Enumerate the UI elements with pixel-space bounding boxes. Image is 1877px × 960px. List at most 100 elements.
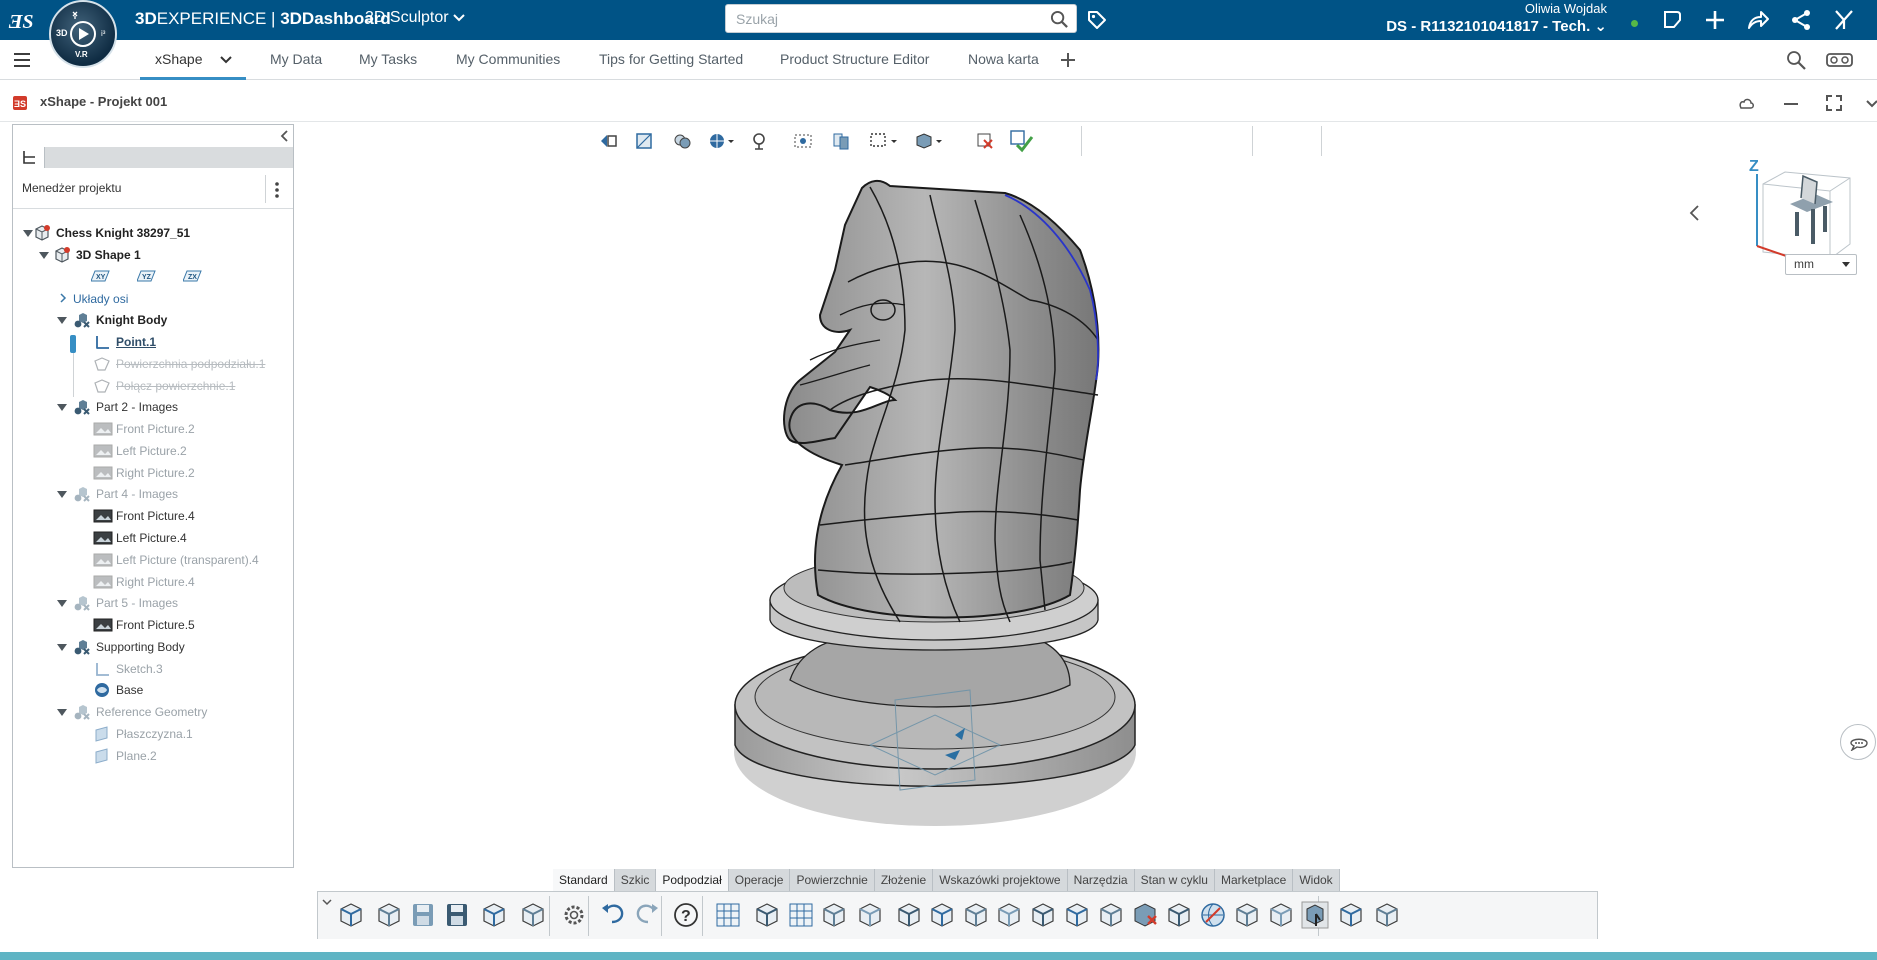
ribbon-tab[interactable]: Marketplace bbox=[1214, 869, 1294, 891]
expand-arrow-icon[interactable] bbox=[57, 644, 67, 651]
share-icon[interactable] bbox=[1789, 8, 1813, 32]
ribbon-tab[interactable]: Widok bbox=[1293, 869, 1340, 891]
delete-geometry-icon[interactable] bbox=[972, 128, 998, 154]
zoom-area-icon[interactable] bbox=[747, 128, 773, 154]
chevron-down-icon[interactable] bbox=[1866, 96, 1877, 110]
select-mode-icon[interactable] bbox=[868, 128, 902, 154]
expand-arrow-icon[interactable] bbox=[57, 600, 67, 607]
hamburger-menu-icon[interactable] bbox=[12, 50, 32, 70]
ribbon-tab[interactable]: Wskazówki projektowe bbox=[933, 869, 1068, 891]
subdivide-icon[interactable] bbox=[893, 899, 925, 931]
ribbon-tab[interactable]: Powierzchnie bbox=[790, 869, 875, 891]
tree-node[interactable]: Front Picture.4 bbox=[13, 505, 293, 527]
tree-node[interactable]: Sketch.3 bbox=[13, 658, 293, 680]
add-tab-icon[interactable] bbox=[1059, 51, 1077, 69]
3d-viewport[interactable]: Z X mm bbox=[295, 124, 1877, 884]
user-menu[interactable]: Oliwia Wojdak bbox=[1525, 1, 1607, 16]
tree-node[interactable]: Powierzchnia podpodziału.1 bbox=[13, 353, 293, 375]
settings-icon[interactable] bbox=[558, 899, 590, 931]
tab-product-structure-editor[interactable]: Product Structure Editor bbox=[780, 51, 929, 67]
blade-icon[interactable] bbox=[1231, 899, 1263, 931]
ribbon-tab[interactable]: Standard bbox=[553, 869, 615, 891]
help-icon[interactable]: ? bbox=[670, 899, 702, 931]
tree-node[interactable]: Front Picture.5 bbox=[13, 614, 293, 636]
cube-edit-icon[interactable] bbox=[1095, 899, 1127, 931]
tree-node[interactable]: Left Picture (transparent).4 bbox=[13, 549, 293, 571]
tree-node[interactable]: Supporting Body bbox=[13, 636, 293, 658]
tab-xshape[interactable]: xShape bbox=[155, 51, 233, 67]
fit-all-icon[interactable] bbox=[595, 128, 621, 154]
tree-node[interactable]: Płaszczyzna.1 bbox=[13, 723, 293, 745]
validate-icon[interactable] bbox=[1008, 128, 1034, 154]
tab-tips[interactable]: Tips for Getting Started bbox=[599, 51, 743, 67]
collapse-panel-icon[interactable] bbox=[279, 129, 291, 143]
mirror-icon[interactable] bbox=[1265, 899, 1297, 931]
tree-node[interactable]: Part 2 - Images bbox=[13, 396, 293, 418]
tree-node[interactable]: Knight Body bbox=[13, 309, 293, 331]
swap-space-icon[interactable] bbox=[828, 128, 854, 154]
tree-node[interactable]: Base bbox=[13, 679, 293, 701]
tree-node[interactable]: Point.1 bbox=[13, 331, 293, 353]
tab-my-data[interactable]: My Data bbox=[270, 51, 322, 67]
maximize-icon[interactable] bbox=[1825, 94, 1843, 112]
chevron-left-icon[interactable] bbox=[1688, 204, 1702, 222]
align-icon[interactable] bbox=[854, 899, 886, 931]
hide-show-icon[interactable] bbox=[790, 128, 816, 154]
app-switcher[interactable]: 3D Sculptor bbox=[365, 9, 465, 27]
open-icon[interactable] bbox=[373, 899, 405, 931]
tree-node[interactable]: Front Picture.2 bbox=[13, 418, 293, 440]
manipulator-icon[interactable] bbox=[1299, 899, 1331, 931]
save-icon[interactable] bbox=[407, 899, 439, 931]
tree-node[interactable]: Chess Knight 38297_51 bbox=[13, 222, 293, 244]
remove-face-icon[interactable] bbox=[1129, 899, 1161, 931]
box-view-icon[interactable] bbox=[913, 128, 947, 154]
share-forward-icon[interactable] bbox=[1746, 8, 1770, 32]
comments-button[interactable] bbox=[1840, 724, 1876, 760]
new-icon[interactable] bbox=[335, 899, 367, 931]
tenant-selector[interactable]: DS - R1132101041817 - Tech. ⌄ bbox=[1386, 17, 1607, 35]
tab-my-communities[interactable]: My Communities bbox=[456, 51, 560, 67]
vr-glasses-icon[interactable] bbox=[1825, 49, 1855, 71]
tab-my-tasks[interactable]: My Tasks bbox=[359, 51, 417, 67]
ds-logo-icon[interactable]: ƎS bbox=[7, 6, 37, 34]
bridge-icon[interactable] bbox=[1027, 899, 1059, 931]
compass-icon[interactable]: 3D V.R i³ bbox=[49, 0, 117, 68]
ribbon-tab[interactable]: Złożenie bbox=[874, 869, 934, 891]
search-input[interactable]: Szukaj bbox=[725, 4, 1077, 33]
save-as-icon[interactable] bbox=[441, 899, 473, 931]
undo-icon[interactable] bbox=[597, 899, 629, 931]
refresh-icon[interactable] bbox=[478, 899, 510, 931]
redo-icon[interactable] bbox=[631, 899, 663, 931]
expand-arrow-icon[interactable] bbox=[57, 404, 67, 411]
tree-node[interactable]: Part 5 - Images bbox=[13, 592, 293, 614]
weld-icon[interactable] bbox=[1371, 899, 1403, 931]
tag-icon[interactable] bbox=[1086, 9, 1108, 31]
pipe-icon[interactable] bbox=[1163, 899, 1195, 931]
symmetry-icon[interactable] bbox=[1335, 899, 1367, 931]
grid-plane-icon[interactable] bbox=[712, 899, 744, 931]
compass-apps-icon[interactable] bbox=[1832, 8, 1856, 32]
expand-arrow-icon[interactable] bbox=[57, 709, 67, 716]
extrude-icon[interactable] bbox=[818, 899, 850, 931]
minimize-icon[interactable] bbox=[1782, 95, 1800, 111]
export-icon[interactable] bbox=[517, 899, 549, 931]
expand-arrow-icon[interactable] bbox=[57, 491, 67, 498]
chat-icon[interactable] bbox=[1660, 8, 1684, 32]
sphere-icon[interactable] bbox=[1197, 899, 1229, 931]
globe-view-icon[interactable] bbox=[705, 128, 739, 154]
cloud-icon[interactable] bbox=[1736, 95, 1756, 111]
chevron-down-icon[interactable] bbox=[219, 55, 233, 65]
tree-node[interactable]: Plane.2 bbox=[13, 745, 293, 767]
expand-arrow-icon[interactable] bbox=[57, 317, 67, 324]
surface-icon[interactable] bbox=[926, 899, 958, 931]
ribbon-tab[interactable]: Operacje bbox=[728, 869, 791, 891]
view-mode-icon[interactable] bbox=[631, 128, 657, 154]
primitive-box-icon[interactable] bbox=[751, 899, 783, 931]
tree-node[interactable]: Połącz powierzchnie.1 bbox=[13, 375, 293, 397]
tree-node[interactable]: Reference Geometry bbox=[13, 701, 293, 723]
unit-select[interactable]: mm bbox=[1785, 254, 1857, 275]
more-options-icon[interactable] bbox=[274, 181, 280, 199]
chess-knight-model[interactable] bbox=[295, 124, 1877, 884]
tree-node[interactable]: Left Picture.4 bbox=[13, 527, 293, 549]
collapse-action-bar-icon[interactable] bbox=[321, 896, 333, 908]
